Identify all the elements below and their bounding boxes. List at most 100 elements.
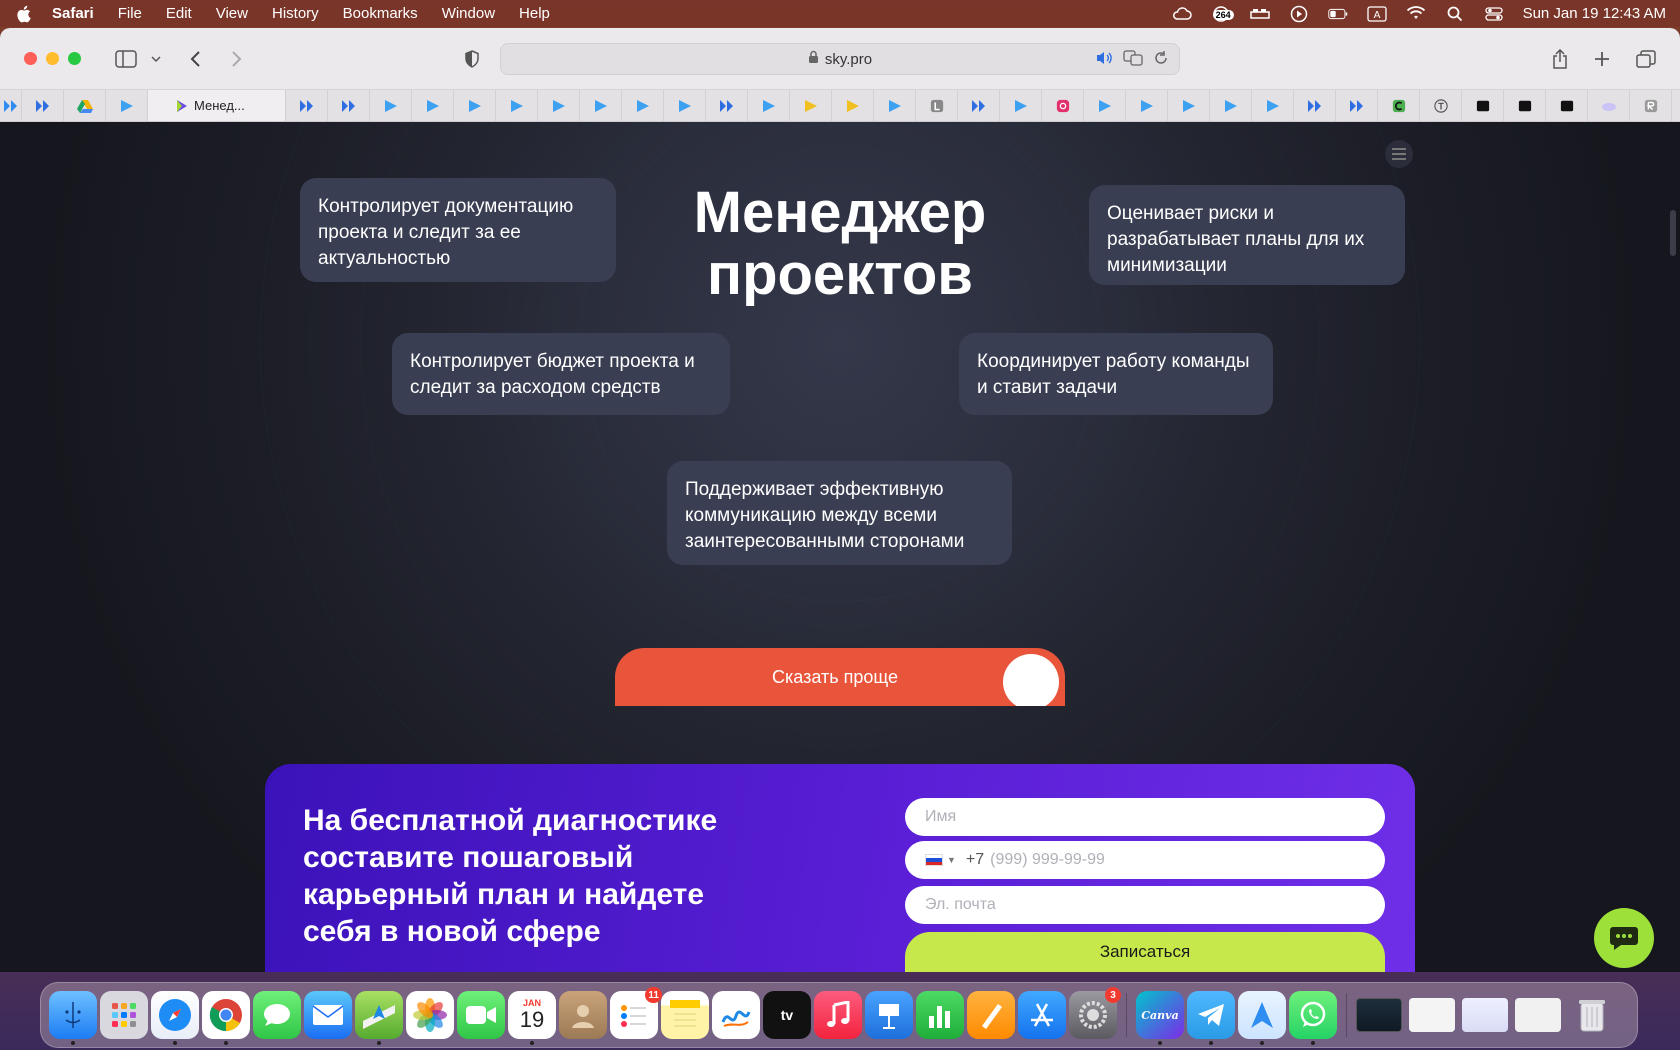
zoom-window-button[interactable]	[68, 52, 81, 65]
app-store-icon[interactable]	[1018, 991, 1066, 1039]
bed-icon[interactable]	[1249, 6, 1270, 22]
page-menu-button[interactable]	[1385, 140, 1413, 168]
apple-tv-icon[interactable]: tv	[763, 991, 811, 1039]
tab-play-icon[interactable]	[1252, 90, 1294, 121]
toggle-knob[interactable]	[1003, 654, 1059, 706]
launchpad-icon[interactable]	[100, 991, 148, 1039]
tab-letter-icon[interactable]	[1462, 90, 1504, 121]
tab-play-icon[interactable]	[1084, 90, 1126, 121]
phone-field[interactable]: ▼ +7 (999) 999-99-99	[905, 841, 1385, 879]
tab-play-icon[interactable]	[622, 90, 664, 121]
tab-play-icon[interactable]	[1126, 90, 1168, 121]
safari-icon[interactable]	[151, 991, 199, 1045]
chevron-down-icon[interactable]: ▼	[947, 855, 956, 865]
notes-icon[interactable]	[661, 991, 709, 1039]
menu-history[interactable]: History	[272, 5, 319, 22]
canva-icon[interactable]: Canva	[1136, 991, 1184, 1045]
messages-icon[interactable]	[253, 991, 301, 1039]
chat-widget-button[interactable]	[1594, 908, 1654, 968]
pages-icon[interactable]	[967, 991, 1015, 1039]
simplify-toggle-button[interactable]: Сказать проще	[615, 648, 1065, 706]
tab-letter-icon[interactable]	[916, 90, 958, 121]
tab-play-icon[interactable]	[496, 90, 538, 121]
minimized-window-thumbnail[interactable]	[1462, 998, 1508, 1032]
tab-play-icon[interactable]	[538, 90, 580, 121]
menu-app-name[interactable]: Safari	[52, 5, 94, 22]
speaker-icon[interactable]	[1095, 50, 1113, 70]
notification-counter-icon[interactable]: 264	[1211, 5, 1234, 22]
tab-play-icon[interactable]	[1168, 90, 1210, 121]
minimized-window-thumbnail[interactable]	[1356, 998, 1402, 1032]
chrome-icon[interactable]	[202, 991, 250, 1045]
tab-play-icon[interactable]	[580, 90, 622, 121]
instagram-icon[interactable]	[1042, 90, 1084, 121]
tab-triangle-icon[interactable]	[1672, 90, 1680, 121]
share-icon[interactable]	[1548, 48, 1572, 70]
privacy-shield-icon[interactable]	[460, 48, 484, 70]
tab-letter-icon[interactable]	[1546, 90, 1588, 121]
tab-play-icon[interactable]	[832, 90, 874, 121]
email-field[interactable]: Эл. почта	[905, 886, 1385, 924]
menu-edit[interactable]: Edit	[166, 5, 192, 22]
play-icon[interactable]	[1289, 5, 1309, 22]
trash-icon[interactable]	[1568, 991, 1616, 1039]
menu-bookmarks[interactable]: Bookmarks	[343, 5, 418, 22]
menu-help[interactable]: Help	[519, 5, 550, 22]
tab-overview-icon[interactable]	[1634, 48, 1658, 70]
reminders-icon[interactable]: 11	[610, 987, 662, 1039]
control-center-icon[interactable]	[1484, 6, 1504, 22]
maps-icon[interactable]	[355, 991, 403, 1045]
menu-view[interactable]: View	[216, 5, 248, 22]
translate-icon[interactable]	[1123, 50, 1143, 70]
russia-flag-icon[interactable]	[925, 854, 943, 866]
tab-letter-icon[interactable]	[1504, 90, 1546, 121]
calendar-icon[interactable]: JAN 19	[508, 991, 556, 1045]
tab-forward-icon[interactable]	[328, 90, 370, 121]
tab-play-icon[interactable]	[1000, 90, 1042, 121]
battery-icon[interactable]	[1327, 6, 1348, 22]
apple-menu-icon[interactable]	[14, 5, 32, 23]
minimize-window-button[interactable]	[46, 52, 59, 65]
input-source-icon[interactable]: A	[1366, 5, 1387, 22]
forward-button[interactable]	[224, 48, 248, 70]
tab-play-icon[interactable]	[1210, 90, 1252, 121]
facetime-icon[interactable]	[457, 991, 505, 1039]
tab-play-icon[interactable]	[664, 90, 706, 121]
tab-forward-icon[interactable]	[1336, 90, 1378, 121]
minimized-window-thumbnail[interactable]	[1409, 998, 1455, 1032]
telegram-icon[interactable]	[1187, 991, 1235, 1045]
active-tab[interactable]: Менед...	[148, 90, 286, 121]
tab-forward-icon[interactable]	[958, 90, 1000, 121]
cloud-sync-icon[interactable]	[1172, 6, 1192, 22]
tab-cloud-icon[interactable]	[1588, 90, 1630, 121]
page-scrollbar[interactable]	[1670, 210, 1676, 256]
tab-forward-icon[interactable]	[706, 90, 748, 121]
freeform-icon[interactable]	[712, 991, 760, 1039]
finder-icon[interactable]	[49, 991, 97, 1045]
menu-file[interactable]: File	[118, 5, 142, 22]
photos-icon[interactable]	[406, 991, 454, 1039]
tab-play-icon[interactable]	[412, 90, 454, 121]
whatsapp-icon[interactable]	[1289, 991, 1337, 1045]
sidebar-toggle-icon[interactable]	[114, 48, 138, 70]
new-tab-icon[interactable]	[1590, 48, 1614, 70]
close-window-button[interactable]	[24, 52, 37, 65]
tab-forward-icon[interactable]	[22, 90, 64, 121]
menu-window[interactable]: Window	[442, 5, 495, 22]
tab-play-icon[interactable]	[874, 90, 916, 121]
chevron-down-icon[interactable]	[144, 48, 168, 70]
keynote-icon[interactable]	[865, 991, 913, 1039]
menu-clock[interactable]: Sun Jan 19 12:43 AM	[1523, 5, 1666, 22]
reload-icon[interactable]	[1153, 50, 1169, 70]
tab-letter-icon[interactable]	[1420, 90, 1462, 121]
mail-icon[interactable]	[304, 991, 352, 1039]
tab-play-icon[interactable]	[790, 90, 832, 121]
direct-mail-icon[interactable]	[1238, 991, 1286, 1045]
tab-play-icon[interactable]	[454, 90, 496, 121]
back-button[interactable]	[184, 48, 208, 70]
minimized-window-thumbnail[interactable]	[1515, 998, 1561, 1032]
tab-play-icon[interactable]	[106, 90, 148, 121]
search-icon[interactable]	[1445, 6, 1465, 22]
tab-forward-icon[interactable]	[1294, 90, 1336, 121]
system-settings-icon[interactable]: 3	[1069, 987, 1121, 1039]
